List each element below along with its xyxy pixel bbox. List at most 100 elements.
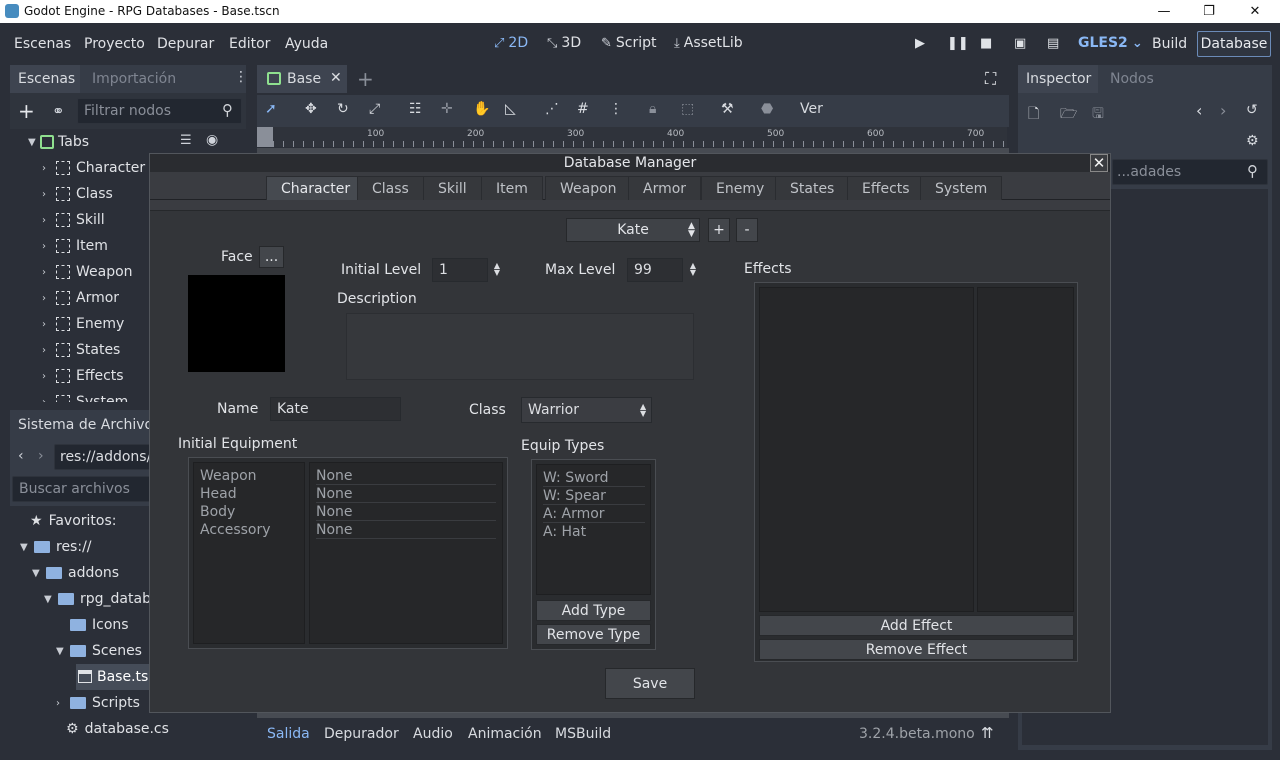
select-tool-icon[interactable]: ➚: [265, 101, 277, 117]
equip-type-item[interactable]: W: Sword: [543, 469, 645, 487]
tab-effects[interactable]: Effects: [847, 176, 925, 200]
visibility-eye-icon[interactable]: ◉: [206, 132, 218, 148]
minimize-button[interactable]: —: [1141, 0, 1187, 23]
new-resource-icon[interactable]: 🗋︎: [1028, 103, 1039, 127]
close-window-button[interactable]: ✕: [1232, 0, 1278, 23]
equipment-slot[interactable]: Head: [200, 485, 237, 503]
tab-skill[interactable]: Skill: [423, 176, 482, 200]
history-forward-icon[interactable]: ›: [1220, 101, 1226, 120]
dialog-close-button[interactable]: ✕: [1090, 154, 1108, 172]
tree-node[interactable]: › Effects: [42, 363, 124, 389]
back-icon[interactable]: ‹: [18, 448, 24, 464]
tab-nodes[interactable]: Nodos: [1110, 71, 1154, 87]
menu-editor[interactable]: Editor: [229, 36, 270, 52]
pan-tool-icon[interactable]: ✋: [473, 101, 490, 117]
signal-icon[interactable]: ☰: [180, 133, 192, 148]
description-field[interactable]: [346, 313, 694, 380]
stop-icon[interactable]: ■: [980, 36, 992, 51]
file-row[interactable]: ▼ Scenes: [56, 638, 142, 664]
tree-node[interactable]: › Character: [42, 155, 145, 181]
equip-types-list[interactable]: W: Sword W: Spear A: Armor A: Hat: [536, 464, 651, 595]
rotate-tool-icon[interactable]: ↻: [337, 101, 349, 117]
save-button[interactable]: Save: [605, 668, 695, 699]
tab-debugger[interactable]: Depurador: [324, 726, 399, 742]
filter-nodes-input[interactable]: Filtrar nodos ⚲: [77, 98, 242, 124]
expand-panel-icon[interactable]: ⇈: [981, 724, 994, 742]
open-folder-icon[interactable]: 🗁︎: [1060, 103, 1077, 127]
tab-audio[interactable]: Audio: [413, 726, 453, 742]
equip-type-item[interactable]: A: Armor: [543, 505, 645, 523]
workspace-assetlib[interactable]: ⤓ AssetLib: [674, 35, 743, 51]
tab-animation[interactable]: Animación: [468, 726, 542, 742]
remove-effect-button[interactable]: Remove Effect: [759, 639, 1074, 660]
add-effect-button[interactable]: Add Effect: [759, 615, 1074, 636]
tree-node[interactable]: › Weapon: [42, 259, 133, 285]
close-tab-icon[interactable]: ✕: [330, 70, 342, 86]
file-row[interactable]: ⚙ database.cs: [66, 716, 169, 742]
tree-root-tabs[interactable]: ▼ Tabs ☰ ◉: [28, 129, 218, 155]
tab-inspector[interactable]: Inspector: [1026, 71, 1091, 87]
play-custom-scene-icon[interactable]: ▤: [1047, 36, 1059, 51]
tab-enemy[interactable]: Enemy: [701, 176, 780, 200]
history-back-icon[interactable]: ‹: [1196, 101, 1202, 120]
pause-icon[interactable]: ❚❚: [947, 36, 969, 51]
name-field[interactable]: Kate: [270, 397, 401, 421]
group-icon[interactable]: ⬚: [681, 101, 694, 117]
smart-snap-icon[interactable]: ⋰: [545, 101, 559, 117]
tree-node[interactable]: › System: [42, 389, 128, 402]
add-tab-icon[interactable]: +: [357, 67, 374, 91]
tree-node[interactable]: › Skill: [42, 207, 105, 233]
link-icon[interactable]: ⚭: [52, 102, 65, 120]
file-row[interactable]: › Scripts: [56, 690, 140, 716]
add-entry-button[interactable]: +: [708, 218, 730, 242]
ruler-tool-icon[interactable]: ◺: [505, 101, 516, 117]
file-row[interactable]: ▼ addons: [32, 560, 119, 586]
tree-node[interactable]: › Class: [42, 181, 113, 207]
save-icon[interactable]: 🖫︎: [1092, 103, 1104, 127]
workspace-script[interactable]: ✎ Script: [601, 35, 657, 51]
pivot-icon[interactable]: ✛: [441, 101, 453, 117]
workspace-3d[interactable]: ⤡ 3D: [547, 35, 581, 51]
equip-type-item[interactable]: W: Spear: [543, 487, 645, 505]
tree-node[interactable]: › Armor: [42, 285, 119, 311]
spinner-icon[interactable]: ▲ ▼: [492, 262, 502, 277]
tree-node[interactable]: › States: [42, 337, 120, 363]
favorites-row[interactable]: ★ Favoritos:: [30, 508, 116, 534]
forward-icon[interactable]: ›: [38, 448, 44, 464]
file-row[interactable]: ▼ res://: [20, 534, 92, 560]
scene-tab[interactable]: Base ✕: [257, 65, 347, 93]
tab-class[interactable]: Class: [357, 176, 424, 200]
renderer-select[interactable]: GLES2 ⌄: [1078, 35, 1143, 51]
equipment-value[interactable]: None: [316, 467, 496, 485]
play-scene-icon[interactable]: ▣: [1014, 36, 1026, 51]
equipment-slot[interactable]: Weapon: [200, 467, 257, 485]
tab-states[interactable]: States: [775, 176, 850, 200]
play-icon[interactable]: ▶: [915, 36, 925, 51]
entry-select[interactable]: Kate ▲ ▼: [566, 218, 700, 242]
tab-weapon[interactable]: Weapon: [545, 176, 632, 200]
spinner-icon[interactable]: ▲ ▼: [688, 262, 698, 277]
add-node-icon[interactable]: +: [18, 99, 35, 123]
equipment-value-list[interactable]: None None None None: [309, 462, 503, 644]
camera-icon[interactable]: ⬣: [761, 101, 773, 117]
scale-tool-icon[interactable]: ⤢: [369, 101, 380, 117]
tab-character[interactable]: Character: [266, 176, 366, 200]
database-button[interactable]: Database: [1197, 31, 1271, 57]
tab-scenes[interactable]: Escenas: [18, 71, 75, 87]
effects-detail-list[interactable]: [977, 287, 1074, 612]
build-button[interactable]: Build: [1152, 36, 1187, 52]
equipment-value[interactable]: None: [316, 485, 496, 503]
tab-system[interactable]: System: [920, 176, 1003, 200]
file-row[interactable]: ▼ rpg_databa: [44, 586, 160, 612]
effects-list[interactable]: [759, 287, 974, 612]
grid-snap-icon[interactable]: #: [577, 101, 589, 117]
tree-node[interactable]: › Enemy: [42, 311, 124, 337]
dock-menu-icon[interactable]: ⋮: [234, 69, 248, 85]
tab-output[interactable]: Salida: [267, 726, 310, 742]
menu-debug[interactable]: Depurar: [157, 36, 214, 52]
history-icon[interactable]: ↺: [1246, 102, 1258, 118]
bone-icon[interactable]: ⚒: [721, 101, 734, 117]
class-select[interactable]: Warrior ▲ ▼: [521, 397, 652, 423]
menu-help[interactable]: Ayuda: [285, 36, 328, 52]
tab-item[interactable]: Item: [481, 176, 543, 200]
